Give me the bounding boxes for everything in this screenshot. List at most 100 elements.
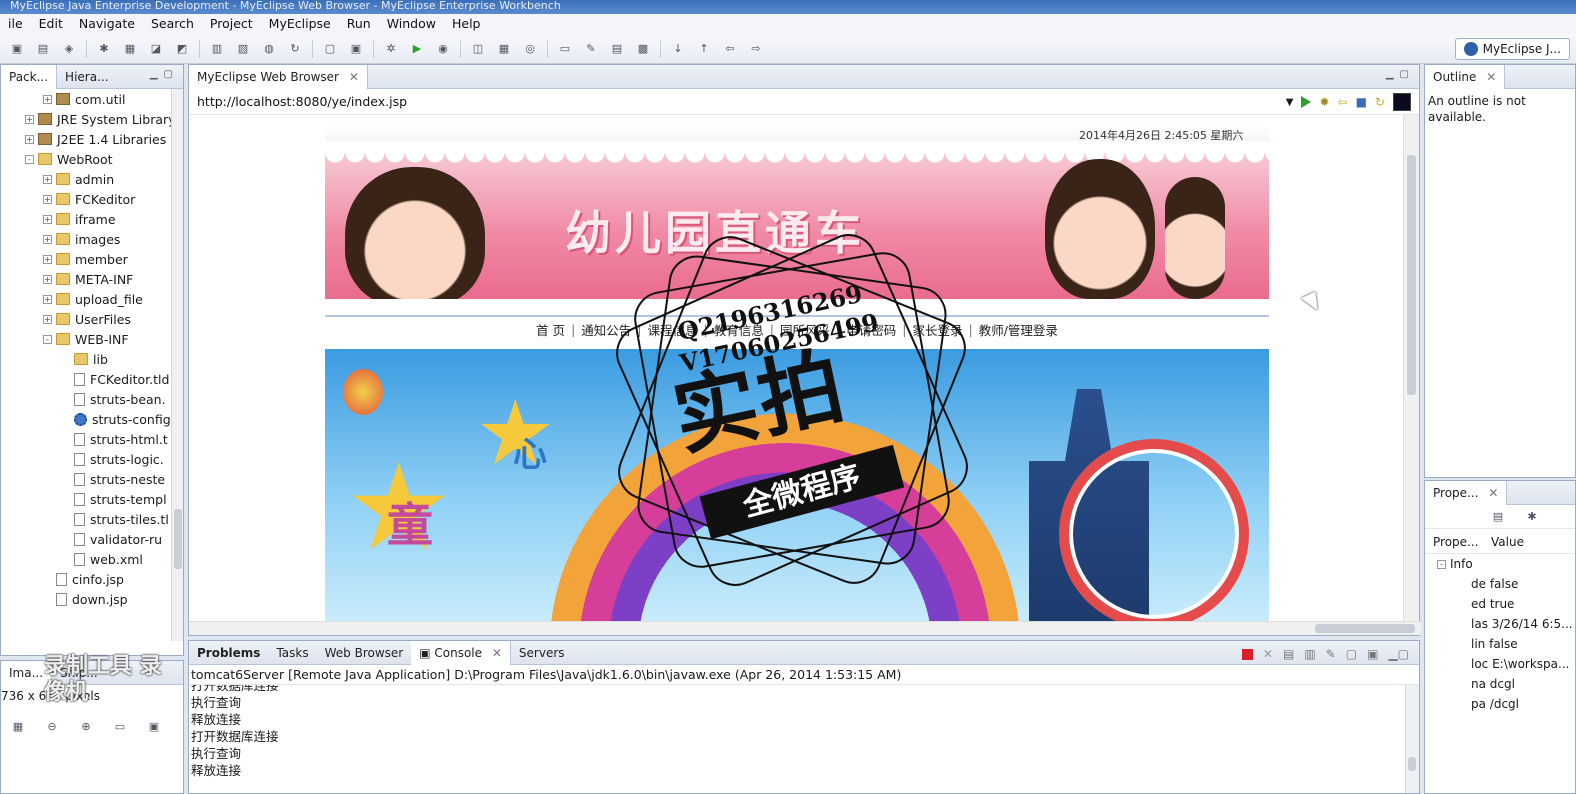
expand-icon[interactable]: +	[43, 294, 52, 304]
tree-item[interactable]: + member	[1, 249, 183, 269]
fit-icon[interactable]: ▦	[9, 717, 27, 735]
tree-item[interactable]: struts-tiles.tl	[1, 509, 183, 529]
expand-icon[interactable]: +	[43, 194, 52, 204]
tree-item[interactable]: + JRE System Library	[1, 109, 183, 129]
display-console-icon[interactable]: ▢	[1346, 647, 1357, 661]
nav-link[interactable]: 教师/管理登录	[979, 320, 1058, 339]
refresh-icon[interactable]: ↻	[286, 40, 304, 58]
browser-icon[interactable]: ▣	[347, 40, 365, 58]
tree-item[interactable]: + META-INF	[1, 269, 183, 289]
go-icon[interactable]	[1301, 96, 1312, 108]
tab-outline[interactable]: Outline ✕	[1425, 64, 1506, 89]
monitor-icon[interactable]: ▢	[321, 40, 339, 58]
prev-annotation-icon[interactable]: ↑	[695, 40, 713, 58]
tree-item[interactable]: struts-templ	[1, 489, 183, 509]
minimize-maximize-icon[interactable]: ▁▢	[150, 69, 179, 80]
menu-run[interactable]: Run	[339, 14, 379, 34]
tree-item[interactable]: validator-ru	[1, 529, 183, 549]
open-console-icon[interactable]: ▣	[1367, 647, 1378, 661]
stop-icon[interactable]: ■	[1356, 95, 1367, 109]
pin-console-icon[interactable]: ✎	[1326, 647, 1336, 661]
server-icon[interactable]: ▦	[121, 40, 139, 58]
property-row[interactable]: las 3/26/14 6:5...	[1425, 614, 1575, 634]
tree-item[interactable]: + com.util	[1, 89, 183, 109]
highlight-icon[interactable]: ▩	[634, 40, 652, 58]
zoom-in-icon[interactable]: ⊕	[77, 717, 95, 735]
deploy-icon[interactable]: ✱	[95, 40, 113, 58]
tab-problems[interactable]: Problems	[189, 641, 268, 665]
expand-icon[interactable]: +	[25, 114, 34, 124]
new-icon[interactable]: ▣	[8, 40, 26, 58]
collapse-icon[interactable]: -	[1437, 559, 1446, 569]
expand-icon[interactable]: +	[43, 314, 52, 324]
nav-link[interactable]: 教育信息	[714, 320, 764, 339]
property-row[interactable]: loc E:\workspa...	[1425, 654, 1575, 674]
save-icon[interactable]: ▤	[34, 40, 52, 58]
property-row[interactable]: lin false	[1425, 634, 1575, 654]
close-icon[interactable]: ✕	[1486, 70, 1496, 84]
tab-servers[interactable]: Servers	[511, 641, 573, 665]
tree-item[interactable]: + upload_file	[1, 289, 183, 309]
collapse-icon[interactable]: -	[25, 154, 34, 164]
forward-icon[interactable]: ⇨	[747, 40, 765, 58]
grid-icon[interactable]: ▦	[495, 40, 513, 58]
nav-link[interactable]: 家长登录	[912, 320, 962, 339]
clear-console-icon[interactable]: ▤	[1283, 647, 1294, 661]
sync-icon[interactable]: ◎	[521, 40, 539, 58]
menu-help[interactable]: Help	[444, 14, 489, 34]
expand-icon[interactable]: +	[43, 94, 52, 104]
menu-window[interactable]: Window	[379, 14, 444, 34]
nav-link[interactable]: 申请密码	[846, 320, 896, 339]
tree-item[interactable]: + images	[1, 229, 183, 249]
briefcase-icon[interactable]: ▤	[608, 40, 626, 58]
tree-item[interactable]: + J2EE 1.4 Libraries	[1, 129, 183, 149]
tree-item[interactable]: struts-neste	[1, 469, 183, 489]
expand-icon[interactable]: +	[43, 174, 52, 184]
expand-icon[interactable]: +	[43, 234, 52, 244]
expand-icon[interactable]: +	[25, 134, 34, 144]
minimize-maximize-icon[interactable]: ▁▢	[1386, 69, 1415, 80]
globe-icon[interactable]: ◍	[260, 40, 278, 58]
zoom-out-icon[interactable]: ⊖	[43, 717, 61, 735]
url-dropdown-icon[interactable]: ▼	[1286, 97, 1294, 108]
package-icon[interactable]: ◈	[60, 40, 78, 58]
close-icon[interactable]: ✕	[492, 646, 502, 660]
url-bar[interactable]: http://localhost:8080/ye/index.jsp ▼ ✹ ⇦…	[189, 89, 1419, 115]
collapse-icon[interactable]: -	[43, 334, 52, 344]
page-hscroll-thumb[interactable]	[1315, 624, 1415, 633]
page-scrollbar[interactable]	[1403, 115, 1419, 623]
expand-icon[interactable]: +	[43, 214, 52, 224]
tree-item[interactable]: web.xml	[1, 549, 183, 569]
tree-item[interactable]: lib	[1, 349, 183, 369]
tree-item[interactable]: cinfo.jsp	[1, 569, 183, 589]
nav-link[interactable]: 园所风采	[780, 320, 830, 339]
page-scroll-thumb[interactable]	[1407, 155, 1416, 395]
tab-web-browser[interactable]: MyEclipse Web Browser ✕	[189, 64, 368, 89]
tree-item[interactable]: FCKeditor.tld	[1, 369, 183, 389]
menu-project[interactable]: Project	[202, 14, 261, 34]
tab-web-browser-view[interactable]: Web Browser	[317, 641, 412, 665]
categories-icon[interactable]: ▤	[1489, 508, 1507, 526]
tree-item[interactable]: struts-bean.	[1, 389, 183, 409]
tree-item[interactable]: + iframe	[1, 209, 183, 229]
console-toggle-icon[interactable]	[1393, 93, 1411, 111]
tab-hierarchy[interactable]: Hiera...	[57, 65, 116, 89]
actual-size-icon[interactable]: ▭	[111, 717, 129, 735]
property-row[interactable]: de false	[1425, 574, 1575, 594]
tree-item[interactable]: struts-logic.	[1, 449, 183, 469]
tree-item[interactable]: struts-config	[1, 409, 183, 429]
expand-icon[interactable]: +	[43, 274, 52, 284]
terminate-icon[interactable]	[1241, 648, 1253, 660]
tree-item[interactable]: + admin	[1, 169, 183, 189]
menu-search[interactable]: Search	[143, 14, 202, 34]
nav-link[interactable]: 首 页	[536, 320, 565, 339]
advanced-icon[interactable]: ✱	[1523, 508, 1541, 526]
jsp-icon[interactable]: ▧	[234, 40, 252, 58]
tree-item[interactable]: struts-html.t	[1, 429, 183, 449]
explorer-scroll-thumb[interactable]	[174, 509, 182, 569]
debug-icon[interactable]: ✲	[382, 40, 400, 58]
nav-link[interactable]: 通知公告	[581, 320, 631, 339]
property-row[interactable]: ed true	[1425, 594, 1575, 614]
scroll-lock-icon[interactable]: ▥	[1304, 647, 1315, 661]
property-row[interactable]: na dcgl	[1425, 674, 1575, 694]
